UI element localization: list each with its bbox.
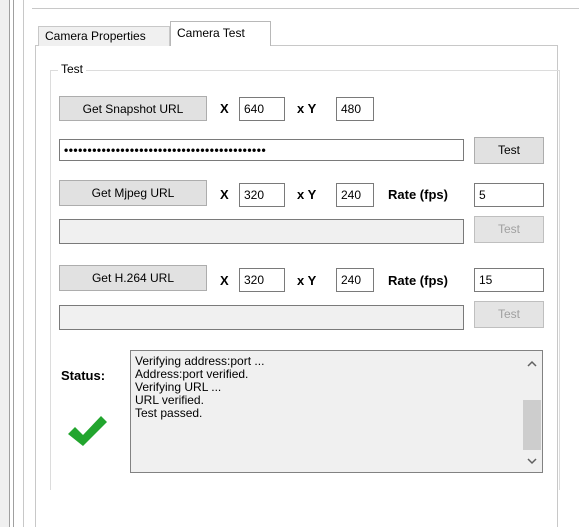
get-h264-url-button[interactable]: Get H.264 URL [59, 265, 207, 291]
snapshot-url-field[interactable]: ••••••••••••••••••••••••••••••••••••••••… [59, 139, 464, 161]
mjpeg-url-field[interactable] [59, 219, 464, 244]
snapshot-test-button[interactable]: Test [474, 137, 544, 164]
mjpeg-height-input[interactable]: 240 [336, 183, 374, 207]
mjpeg-x-label: X [220, 187, 229, 202]
mjpeg-rate-input[interactable]: 5 [474, 183, 544, 207]
window-border-line [23, 0, 24, 527]
mjpeg-test-button[interactable]: Test [474, 216, 544, 243]
tab-camera-properties[interactable]: Camera Properties [38, 26, 170, 46]
h264-rate-input[interactable]: 15 [474, 268, 544, 292]
left-window-edge [0, 0, 9, 527]
status-label: Status: [61, 368, 106, 383]
get-snapshot-url-button[interactable]: Get Snapshot URL [59, 96, 207, 121]
h264-test-button[interactable]: Test [474, 301, 544, 328]
h264-url-field[interactable] [59, 305, 464, 330]
mjpeg-rate-label: Rate (fps) [388, 187, 448, 202]
mjpeg-width-input[interactable]: 320 [239, 183, 285, 207]
snapshot-y-label: x Y [297, 101, 317, 116]
scrollbar-thumb[interactable] [523, 400, 541, 450]
window-border-line [9, 0, 10, 527]
h264-height-input[interactable]: 240 [336, 268, 374, 292]
chevron-up-icon[interactable] [523, 355, 541, 373]
check-icon [66, 410, 108, 452]
chevron-down-icon[interactable] [523, 452, 541, 470]
get-mjpeg-url-button[interactable]: Get Mjpeg URL [59, 180, 207, 206]
h264-x-label: X [220, 273, 229, 288]
tab-label: Camera Test [177, 26, 245, 40]
h264-rate-label: Rate (fps) [388, 273, 448, 288]
h264-width-input[interactable]: 320 [239, 268, 285, 292]
group-title: Test [58, 62, 87, 76]
top-divider [32, 8, 579, 9]
status-log-lines: Verifying address:port ... Address:port … [135, 355, 264, 420]
mjpeg-y-label: x Y [297, 187, 317, 202]
tab-label: Camera Properties [45, 29, 146, 43]
h264-y-label: x Y [297, 273, 317, 288]
window-border-line [13, 0, 14, 527]
snapshot-width-input[interactable]: 640 [239, 97, 285, 121]
status-line: Test passed. [135, 406, 203, 420]
tab-camera-test[interactable]: Camera Test [170, 21, 271, 46]
snapshot-height-input[interactable]: 480 [336, 97, 374, 121]
snapshot-x-label: X [220, 101, 229, 116]
